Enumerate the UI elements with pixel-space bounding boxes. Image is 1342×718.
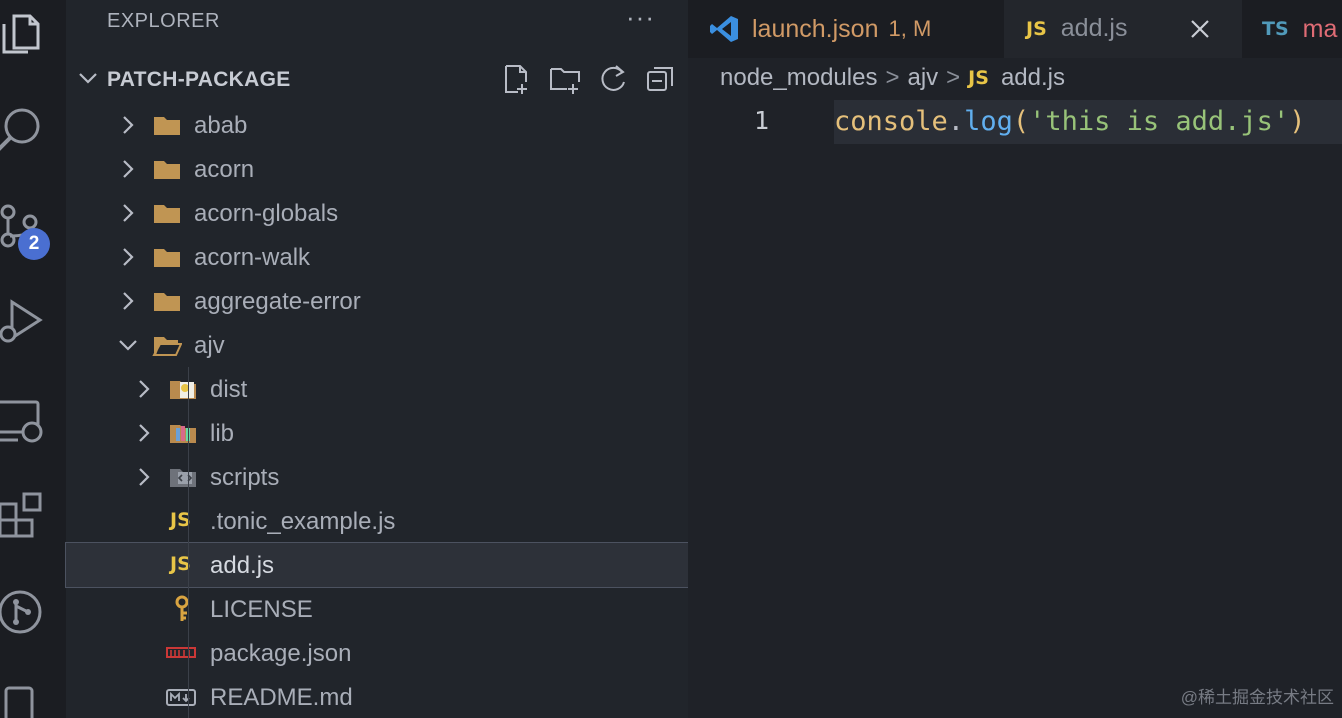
- js-file-icon: JS: [1026, 17, 1047, 40]
- code-token-string: 'this is add.js': [1029, 106, 1290, 137]
- tab-ts-file[interactable]: TS ma: [1262, 0, 1342, 58]
- ts-file-icon: TS: [1262, 18, 1289, 40]
- folder-icon: [154, 293, 180, 311]
- breadcrumb: node_modules > ajv > JS add.js: [720, 64, 1065, 92]
- tree-file-tonic-example[interactable]: JS .tonic_example.js: [66, 499, 688, 543]
- chevron-right-icon: >: [946, 64, 961, 91]
- accounts-icon[interactable]: [0, 680, 50, 718]
- files-icon[interactable]: [0, 8, 50, 58]
- tree-folder-scripts[interactable]: scripts: [66, 455, 688, 499]
- tab-label: ma: [1302, 14, 1338, 43]
- code-token-object: console: [834, 106, 948, 137]
- tree-item-label: acorn: [194, 156, 255, 183]
- close-icon[interactable]: [1189, 18, 1211, 40]
- code-line[interactable]: console.log('this is add.js'): [834, 100, 1342, 144]
- tree-file-license[interactable]: LICENSE: [66, 587, 688, 631]
- workspace-title: PATCH-PACKAGE: [107, 68, 291, 91]
- extensions-icon[interactable]: [0, 490, 50, 540]
- folder-icon: [154, 161, 180, 179]
- editor-area: launch.json 1, M JS add.js TS ma node_mo…: [688, 0, 1342, 718]
- tree-item-label: scripts: [210, 464, 280, 491]
- code-token-paren: ): [1289, 106, 1306, 137]
- tab-label: launch.json: [752, 14, 879, 43]
- scripts-folder-icon: [170, 469, 196, 487]
- tree-file-readme[interactable]: README.md: [66, 675, 688, 718]
- folder-icon: [154, 205, 180, 223]
- chevron-right-icon: [139, 424, 150, 442]
- line-number: 1: [754, 106, 770, 135]
- more-actions-icon[interactable]: ···: [626, 2, 655, 33]
- chevron-right-icon: [123, 116, 134, 134]
- chevron-down-icon: [119, 340, 137, 351]
- tree-item-label: abab: [194, 112, 248, 139]
- chevron-right-icon: >: [885, 64, 900, 91]
- chevron-down-icon: [79, 73, 97, 84]
- refresh-icon[interactable]: [596, 62, 630, 96]
- tree-item-label: dist: [210, 376, 248, 403]
- breadcrumb-item[interactable]: node_modules: [720, 64, 877, 92]
- run-debug-icon[interactable]: [0, 296, 50, 346]
- tree-item-label: aggregate-error: [194, 288, 361, 315]
- breadcrumb-item[interactable]: ajv: [907, 64, 938, 92]
- tree-folder-aggregate-error[interactable]: aggregate-error: [66, 279, 688, 323]
- chevron-right-icon: [139, 468, 150, 486]
- chevron-right-icon: [123, 292, 134, 310]
- js-file-icon: JS: [968, 67, 989, 89]
- folder-icon: [154, 117, 180, 135]
- watermark: @稀土掘金技术社区: [1180, 688, 1334, 707]
- collapse-all-icon[interactable]: [644, 62, 678, 96]
- npm-icon: [166, 647, 196, 658]
- code-token-dot: .: [947, 106, 965, 137]
- remote-explorer-icon[interactable]: [0, 398, 50, 448]
- code-token-function: log: [964, 106, 1013, 137]
- folder-open-icon: [152, 337, 182, 356]
- vscode-icon: [710, 16, 738, 42]
- search-icon[interactable]: [0, 104, 50, 154]
- key-icon: [175, 595, 189, 621]
- tree-folder-dist[interactable]: dist: [66, 367, 688, 411]
- tree-item-label: ajv: [194, 332, 225, 359]
- chevron-right-icon: [123, 160, 134, 178]
- tree-folder-acorn-globals[interactable]: acorn-globals: [66, 191, 688, 235]
- tree-folder-ajv[interactable]: ajv: [66, 323, 688, 367]
- tree-file-package-json[interactable]: package.json: [66, 631, 688, 675]
- tree-item-label: .tonic_example.js: [210, 508, 396, 535]
- explorer-sidebar: EXPLORER ··· PATCH-PACKAGE abab acorn ac…: [65, 0, 689, 718]
- tab-decoration: 1, M: [888, 16, 932, 41]
- new-file-icon[interactable]: [500, 62, 534, 96]
- indent-guide: [188, 367, 189, 718]
- chevron-right-icon: [123, 248, 134, 266]
- lib-folder-icon: [170, 425, 196, 443]
- tab-bar: launch.json 1, M JS add.js TS ma: [688, 0, 1342, 58]
- scm-badge: 2: [18, 228, 50, 260]
- tree-folder-lib[interactable]: lib: [66, 411, 688, 455]
- tab-add-js[interactable]: JS add.js: [1004, 0, 1242, 58]
- git-graph-icon[interactable]: [0, 588, 50, 638]
- chevron-right-icon: [123, 204, 134, 222]
- tree-item-label: acorn-globals: [194, 200, 339, 227]
- file-tree: abab acorn acorn-globals acorn-walk aggr…: [65, 103, 689, 718]
- markdown-icon: [166, 689, 196, 706]
- folder-icon: [154, 249, 180, 267]
- explorer-title: EXPLORER: [107, 10, 220, 32]
- tree-folder-abab[interactable]: abab: [66, 103, 688, 147]
- new-folder-icon[interactable]: [548, 62, 582, 96]
- tree-file-add-js[interactable]: JS add.js: [65, 542, 689, 588]
- breadcrumb-item[interactable]: add.js: [1001, 64, 1065, 92]
- tree-item-label: LICENSE: [210, 596, 313, 623]
- tab-launch-json[interactable]: launch.json 1, M: [708, 0, 1000, 58]
- code-token-paren: (: [1012, 106, 1030, 137]
- tree-folder-acorn-walk[interactable]: acorn-walk: [66, 235, 688, 279]
- activity-bar: 2: [0, 0, 66, 718]
- tree-folder-acorn[interactable]: acorn: [66, 147, 688, 191]
- dist-folder-icon: [170, 381, 196, 399]
- tree-item-label: lib: [210, 420, 235, 447]
- workspace-section-header[interactable]: PATCH-PACKAGE: [66, 58, 688, 102]
- tab-label: add.js: [1060, 14, 1128, 42]
- tree-item-label: acorn-walk: [194, 244, 311, 271]
- tree-item-label: package.json: [210, 640, 352, 667]
- chevron-right-icon: [139, 380, 150, 398]
- tree-item-label: add.js: [210, 552, 275, 579]
- tree-item-label: README.md: [210, 684, 353, 711]
